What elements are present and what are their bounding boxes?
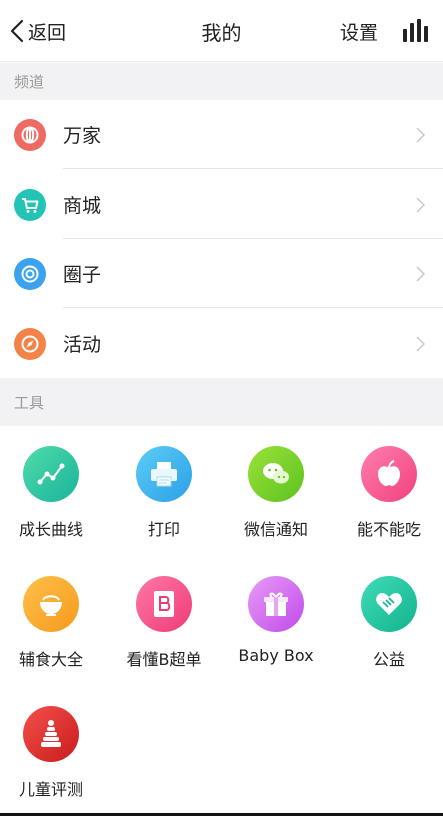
tools-section-header: 工具 <box>0 378 443 426</box>
tool-child-assessment[interactable]: 儿童评测 <box>0 706 106 800</box>
tool-label: 辅食大全 <box>18 650 83 669</box>
growth-curve-icon <box>23 446 79 502</box>
tool-print[interactable]: 打印 <box>109 446 219 540</box>
tool-complementary-food[interactable]: 辅食大全 <box>0 576 106 670</box>
chevron-right-icon <box>416 265 425 282</box>
compass-icon <box>14 327 46 360</box>
tool-ultrasound-report[interactable]: 看懂B超单 <box>109 576 219 670</box>
chevron-right-icon <box>416 196 425 213</box>
chevron-right-icon <box>416 335 425 352</box>
bar-chart-icon[interactable] <box>402 19 428 43</box>
tool-charity[interactable]: 公益 <box>334 576 443 670</box>
apple-icon <box>361 446 417 502</box>
printer-icon <box>136 446 192 502</box>
channel-label: 商城 <box>63 195 102 217</box>
wechat-icon <box>248 446 304 502</box>
tool-wechat-notify[interactable]: 微信通知 <box>221 446 331 540</box>
tool-label: 能不能吃 <box>356 520 421 539</box>
row-divider <box>63 168 443 169</box>
row-divider <box>63 307 443 308</box>
gift-box-icon <box>248 576 304 632</box>
tool-label: 公益 <box>372 650 405 669</box>
channel-row-wanjia[interactable]: 万家 <box>0 100 443 169</box>
bowl-icon <box>23 576 79 632</box>
channel-row-circle[interactable]: 圈子 <box>0 239 443 308</box>
tool-label: 儿童评测 <box>18 780 83 799</box>
stacking-rings-icon <box>23 706 79 762</box>
heart-hands-icon <box>361 576 417 632</box>
channel-label: 活动 <box>63 334 102 356</box>
cart-icon <box>14 188 46 221</box>
tool-label: 微信通知 <box>243 520 308 539</box>
tools-grid: 成长曲线 打印 微信通知 能不能吃 辅食大全 看懂B超单 Baby Box 公益… <box>0 426 443 816</box>
tool-label: 看懂B超单 <box>126 650 202 669</box>
settings-button[interactable]: 设置 <box>340 18 378 45</box>
tool-label: 打印 <box>147 520 180 539</box>
channel-row-mall[interactable]: 商城 <box>0 170 443 239</box>
tool-baby-box[interactable]: Baby Box <box>221 576 331 665</box>
tool-growth-curve[interactable]: 成长曲线 <box>0 446 106 540</box>
tool-can-eat[interactable]: 能不能吃 <box>334 446 443 540</box>
wanjia-icon <box>14 118 46 151</box>
top-navigation-bar: 返回 我的 设置 <box>0 0 443 62</box>
tool-label: 成长曲线 <box>18 520 83 539</box>
target-icon <box>14 257 46 290</box>
ultrasound-report-icon <box>136 576 192 632</box>
channel-label: 圈子 <box>63 264 102 286</box>
chevron-right-icon <box>416 126 425 143</box>
channel-label: 万家 <box>63 125 102 147</box>
channels-section-header: 频道 <box>0 63 443 100</box>
tool-label: Baby Box <box>238 646 314 665</box>
channel-row-activity[interactable]: 活动 <box>0 309 443 378</box>
